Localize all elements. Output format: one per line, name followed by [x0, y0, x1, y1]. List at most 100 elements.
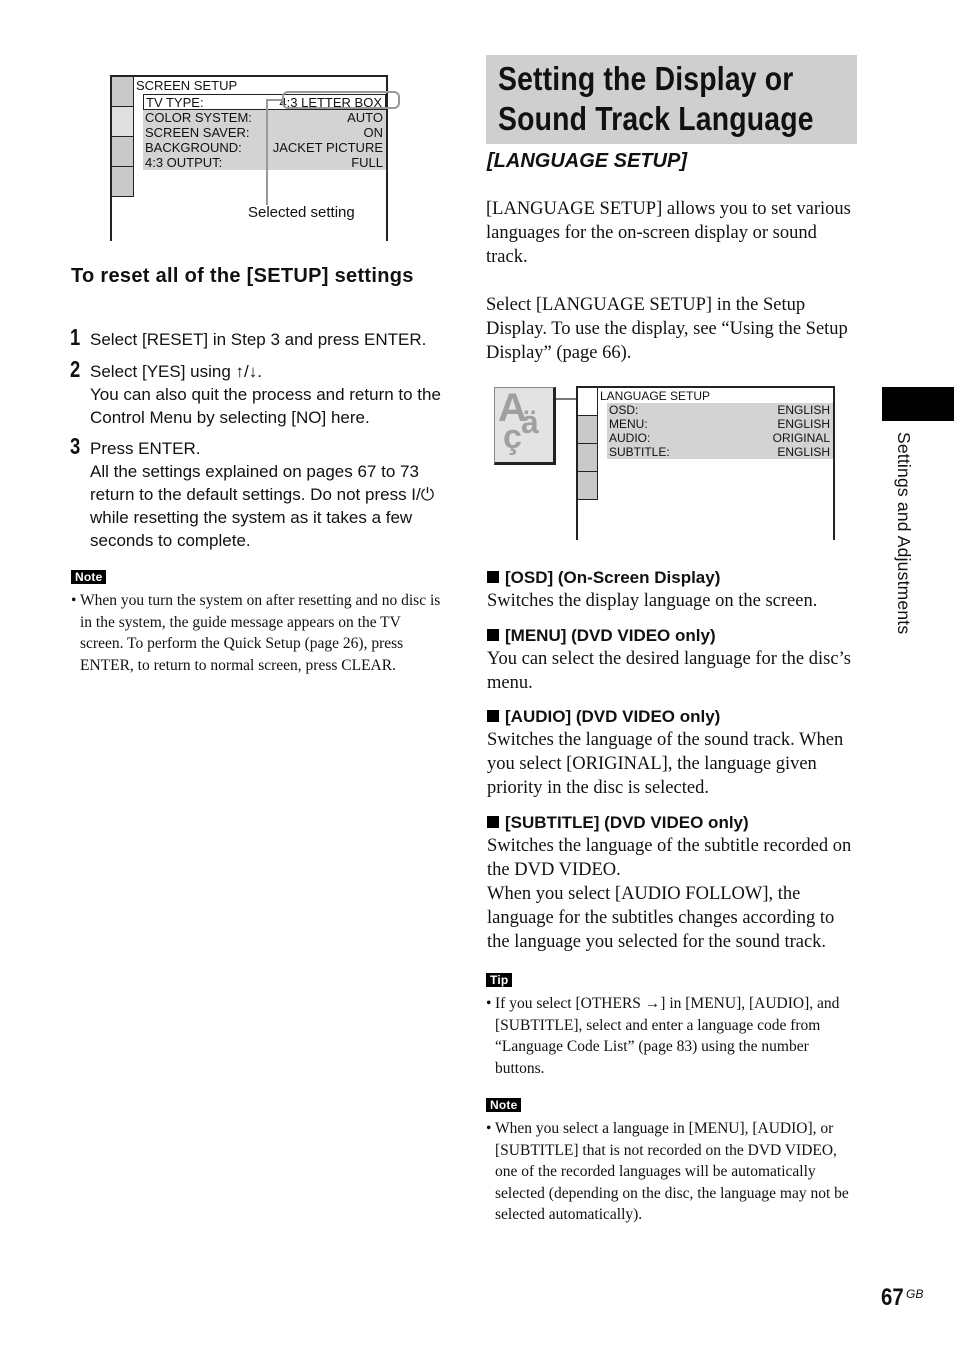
step-detail: All the settings explained on pages 67 t…: [90, 462, 435, 550]
tip-badge: Tip: [486, 971, 513, 989]
section-body: When you select [AUDIO FOLLOW], the lang…: [487, 884, 835, 952]
osd-tab: [112, 167, 134, 197]
osd-tab-column: [578, 388, 598, 500]
section-body: Switches the display language on the scr…: [487, 591, 818, 611]
section-heading: [SUBTITLE] (DVD VIDEO only): [487, 812, 857, 834]
osd-row-value: ENGLISH: [777, 445, 830, 459]
tip-label: Tip: [486, 973, 513, 987]
section-heading-text: [OSD] (On-Screen Display): [505, 568, 721, 587]
osd-row-osd: OSD: ENGLISH: [607, 403, 833, 417]
section-heading-text: [MENU] (DVD VIDEO only): [505, 626, 716, 645]
osd-tab: [578, 388, 598, 416]
osd-row-43-output: 4:3 OUTPUT: FULL: [143, 155, 386, 170]
osd-row-value: ENGLISH: [777, 403, 830, 417]
note-label: Note: [486, 1098, 522, 1112]
step-number: 2: [70, 356, 81, 382]
osd-tab: [112, 107, 134, 137]
step-1: 1 Select [RESET] in Step 3 and press ENT…: [70, 324, 450, 351]
square-bullet-icon: [487, 629, 499, 641]
osd-row-label: TV TYPE:: [146, 95, 204, 110]
osd-row-label: AUDIO:: [609, 431, 651, 445]
osd-tab: [112, 137, 134, 167]
section-body: Switches the language of the subtitle re…: [487, 836, 852, 880]
osd-row-value: ON: [363, 125, 384, 140]
osd-row-color-system: COLOR SYSTEM: AUTO: [143, 110, 386, 125]
osd-tab: [112, 77, 134, 107]
square-bullet-icon: [487, 710, 499, 722]
note-text: When you select a language in [MENU], [A…: [495, 1120, 849, 1223]
note-badge: Note: [71, 568, 107, 586]
osd-row-label: SUBTITLE:: [609, 445, 670, 459]
square-bullet-icon: [487, 571, 499, 583]
osd-row-label: OSD:: [609, 403, 639, 417]
reset-note: • When you turn the system on after rese…: [71, 590, 441, 676]
osd-row-label: SCREEN SAVER:: [145, 125, 250, 140]
osd-row-subtitle: SUBTITLE: ENGLISH: [607, 445, 833, 459]
osd-tab: [578, 472, 598, 500]
section-heading: [MENU] (DVD VIDEO only): [487, 625, 857, 647]
osd-row-background: BACKGROUND: JACKET PICTURE: [143, 140, 386, 155]
bullet-icon: •: [486, 995, 492, 1012]
section-heading-text: [SUBTITLE] (DVD VIDEO only): [505, 813, 749, 832]
osd-row-label: COLOR SYSTEM:: [145, 110, 252, 125]
selected-setting-callout-box: [282, 91, 400, 109]
callout-line: [266, 99, 282, 101]
step-3: 3 Press ENTER. All the settings explaine…: [70, 433, 450, 552]
osd-row-value: ENGLISH: [777, 417, 830, 431]
step-number: 1: [70, 324, 81, 350]
section-osd: [OSD] (On-Screen Display) Switches the d…: [487, 567, 857, 613]
section-subtitle: [SUBTITLE] (DVD VIDEO only) Switches the…: [487, 812, 857, 954]
osd-row-value: FULL: [351, 155, 383, 170]
section-subtitle: [LANGUAGE SETUP]: [487, 150, 687, 172]
step-text: Select [RESET] in Step 3 and press ENTER…: [90, 330, 427, 349]
page-number: 67: [881, 1284, 904, 1311]
step-number: 3: [70, 433, 81, 459]
language-setup-icon: A ä ç: [494, 387, 556, 465]
section-heading: [AUDIO] (DVD VIDEO only): [487, 706, 857, 728]
osd-tab: [578, 416, 598, 444]
section-audio: [AUDIO] (DVD VIDEO only) Switches the la…: [487, 706, 857, 800]
section-menu: [MENU] (DVD VIDEO only) You can select t…: [487, 625, 857, 695]
bullet-icon: •: [71, 592, 77, 609]
osd-title: SCREEN SETUP: [136, 78, 238, 93]
osd-row-value: JACKET PICTURE: [272, 140, 383, 155]
page-title-line: Setting the Display or: [498, 60, 794, 97]
note-badge: Note: [486, 1096, 522, 1114]
callout-line: [266, 99, 268, 205]
section-body: Switches the language of the sound track…: [487, 730, 844, 798]
section-heading: [OSD] (On-Screen Display): [487, 567, 857, 589]
reset-heading: To reset all of the [SETUP] settings: [71, 265, 414, 287]
osd-row-value: AUTO: [347, 110, 383, 125]
note-text: When you turn the system on after resett…: [80, 592, 441, 674]
tip-text: If you select [OTHERS →] in [MENU], [AUD…: [495, 995, 840, 1077]
osd-row-value: ORIGINAL: [772, 431, 830, 445]
note-label: Note: [71, 570, 107, 584]
osd-tab-column: [112, 77, 134, 197]
chapter-tab-marker: [882, 387, 954, 421]
step-text: Press ENTER.: [90, 439, 201, 458]
intro-paragraph-2: Select [LANGUAGE SETUP] in the Setup Dis…: [486, 295, 848, 363]
language-setup-diagram: LANGUAGE SETUP OSD: ENGLISH MENU: ENGLISH …: [576, 386, 835, 540]
page-title: Setting the Display or Sound Track Langu…: [498, 59, 814, 139]
osd-tab: [578, 444, 598, 472]
osd-row-label: BACKGROUND:: [145, 140, 242, 155]
screen-setup-diagram: SCREEN SETUP TV TYPE: 4:3 LETTER BOX COLO…: [110, 75, 400, 241]
osd-row-screen-saver: SCREEN SAVER: ON: [143, 125, 386, 140]
chapter-tab-label: Settings and Adjustments: [894, 432, 914, 635]
section-heading-text: [AUDIO] (DVD VIDEO only): [505, 707, 721, 726]
page-region: GB: [906, 1287, 924, 1301]
callout-caption: Selected setting: [248, 204, 355, 221]
step-text: Select [YES] using ↑/↓.: [90, 362, 262, 381]
square-bullet-icon: [487, 816, 499, 828]
osd-row-menu: MENU: ENGLISH: [607, 417, 833, 431]
tip: • If you select [OTHERS →] in [MENU], [A…: [486, 993, 856, 1079]
osd-row-label: MENU:: [609, 417, 648, 431]
bullet-icon: •: [486, 1120, 492, 1137]
page-title-line: Sound Track Language: [498, 100, 814, 137]
osd-title: LANGUAGE SETUP: [600, 389, 711, 403]
osd-row-label: 4:3 OUTPUT:: [145, 155, 223, 170]
step-detail: You can also quit the process and return…: [90, 385, 441, 427]
language-note: • When you select a language in [MENU], …: [486, 1118, 856, 1226]
osd-row-audio: AUDIO: ORIGINAL: [607, 431, 833, 445]
osd-language-list: OSD: ENGLISH MENU: ENGLISH AUDIO: ORIGINAL …: [607, 403, 833, 459]
